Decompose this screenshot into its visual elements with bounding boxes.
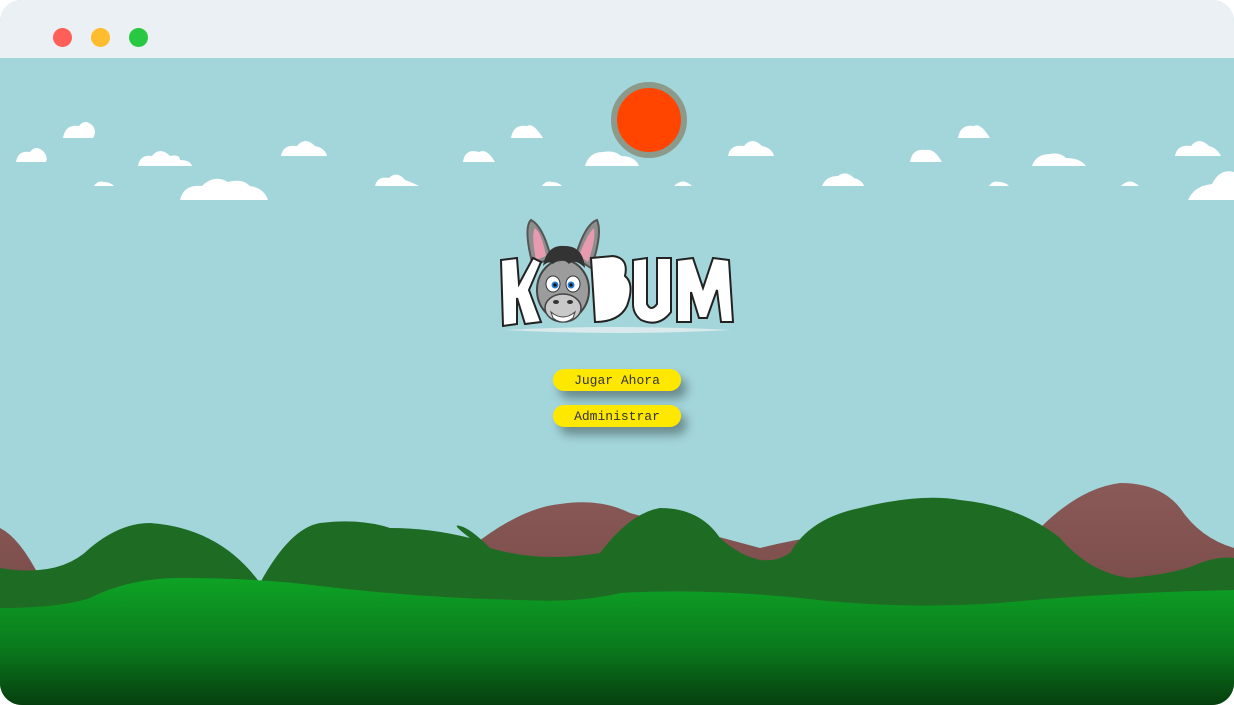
- cloud-icon: [180, 178, 268, 200]
- cloud-icon: [463, 151, 495, 162]
- administer-button[interactable]: Administrar: [553, 405, 681, 427]
- minimize-window-button[interactable]: [91, 28, 110, 47]
- cloud-icon: [138, 151, 192, 166]
- cloud-icon: [728, 141, 774, 156]
- cloud-icon: [1175, 141, 1221, 156]
- cloud-icon: [281, 141, 327, 156]
- window-titlebar: [0, 0, 1234, 58]
- cloud-icon: [16, 148, 47, 162]
- cloud-icon: [1188, 171, 1234, 200]
- close-window-button[interactable]: [53, 28, 72, 47]
- cloud-icon: [1032, 153, 1086, 166]
- cloud-icon: [63, 122, 95, 138]
- browser-window: Jugar Ahora Administrar: [0, 0, 1234, 705]
- cloud-icon: [375, 174, 419, 186]
- sun-icon: [611, 82, 687, 158]
- cloud-icon: [822, 173, 864, 186]
- game-scene: Jugar Ahora Administrar: [0, 58, 1234, 705]
- logo-letters: [499, 254, 735, 328]
- cloud-icon: [511, 125, 543, 138]
- cloud-icon: [542, 181, 562, 186]
- cloud-icon: [958, 125, 990, 138]
- cloud-icon: [674, 181, 692, 186]
- kabum-logo: [499, 218, 735, 333]
- cloud-icon: [910, 149, 942, 162]
- maximize-window-button[interactable]: [129, 28, 148, 47]
- cloud-icon: [94, 181, 114, 186]
- cloud-icon: [1121, 181, 1139, 186]
- play-now-button[interactable]: Jugar Ahora: [553, 369, 681, 391]
- cloud-icon: [989, 181, 1009, 186]
